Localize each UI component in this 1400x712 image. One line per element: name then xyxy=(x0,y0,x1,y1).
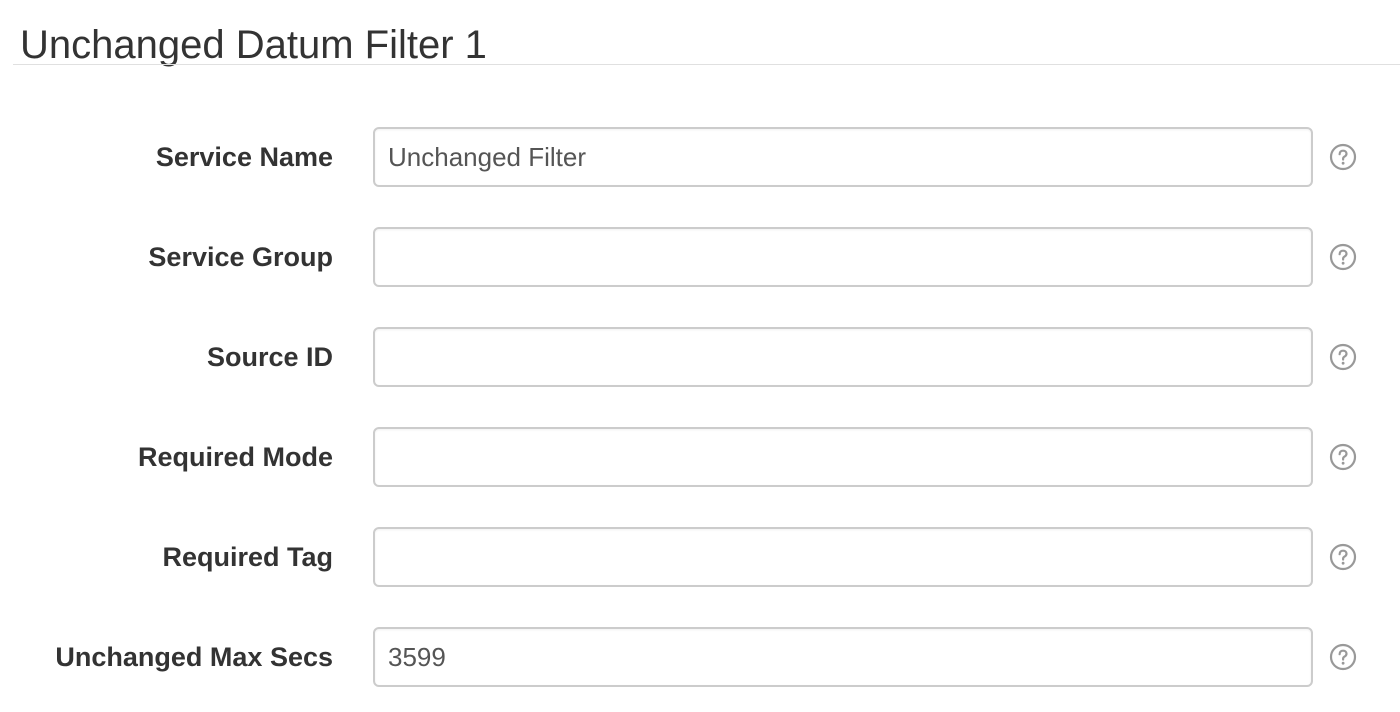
service-group-label: Service Group xyxy=(148,242,333,272)
required-mode-help-icon[interactable] xyxy=(1329,443,1357,471)
unchanged-max-secs-input[interactable] xyxy=(373,627,1313,687)
form-row-service-group: Service Group xyxy=(0,227,1400,287)
form-row-required-mode: Required Mode xyxy=(0,427,1400,487)
form-row-service-name: Service Name xyxy=(0,127,1400,187)
source-id-input[interactable] xyxy=(373,327,1313,387)
form-row-source-id: Source ID xyxy=(0,327,1400,387)
service-name-input[interactable] xyxy=(373,127,1313,187)
service-group-help-icon[interactable] xyxy=(1329,243,1357,271)
title-divider xyxy=(13,64,1400,65)
service-group-input[interactable] xyxy=(373,227,1313,287)
required-tag-help-icon[interactable] xyxy=(1329,543,1357,571)
form-row-required-tag: Required Tag xyxy=(0,527,1400,587)
source-id-label: Source ID xyxy=(206,342,333,372)
service-name-label: Service Name xyxy=(155,142,333,172)
service-name-help-icon[interactable] xyxy=(1329,143,1357,171)
source-id-help-icon[interactable] xyxy=(1329,343,1357,371)
unchanged-max-secs-help-icon[interactable] xyxy=(1329,643,1357,671)
unchanged-max-secs-label: Unchanged Max Secs xyxy=(55,642,333,672)
form-row-unchanged-max-secs: Unchanged Max Secs xyxy=(0,627,1400,687)
required-mode-label: Required Mode xyxy=(137,442,333,472)
required-tag-input[interactable] xyxy=(373,527,1313,587)
required-tag-label: Required Tag xyxy=(162,542,333,572)
required-mode-input[interactable] xyxy=(373,427,1313,487)
